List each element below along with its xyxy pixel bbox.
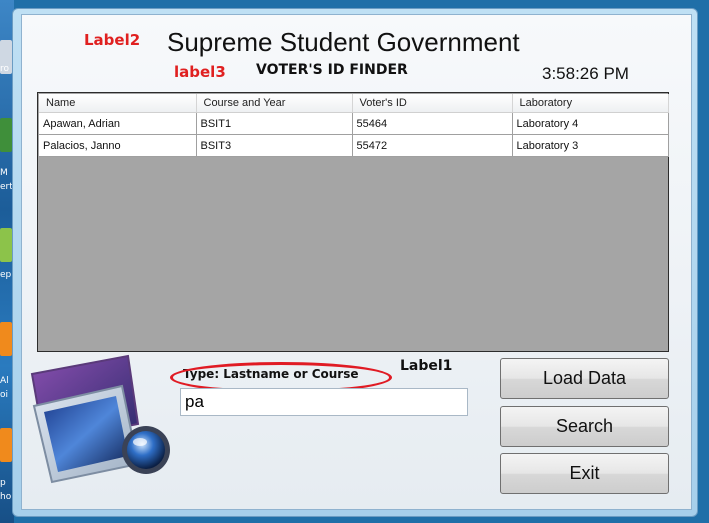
table-cell[interactable]: BSIT3 (196, 134, 353, 157)
label1: Label1 (400, 358, 453, 374)
desktop-app-icon[interactable] (0, 228, 12, 262)
table-cell[interactable]: Apawan, Adrian (39, 112, 197, 135)
table-cell[interactable]: BSIT1 (196, 112, 353, 135)
desktop-icon-label: Al (0, 376, 9, 386)
column-header-course[interactable]: Course and Year (196, 94, 353, 113)
results-table: Name Course and Year Voter's ID Laborato… (39, 94, 669, 157)
label3: label3 (174, 63, 226, 81)
column-header-name[interactable]: Name (39, 94, 197, 113)
desktop-app-icon[interactable] (0, 322, 12, 356)
table-cell[interactable]: Laboratory 4 (512, 112, 669, 135)
table-header-row: Name Course and Year Voter's ID Laborato… (39, 94, 669, 113)
table-row[interactable]: Apawan, Adrian BSIT1 55464 Laboratory 4 (39, 112, 669, 135)
column-header-voter-id[interactable]: Voter's ID (352, 94, 513, 113)
table-cell[interactable]: Laboratory 3 (512, 134, 669, 157)
desktop-app-icon[interactable] (0, 428, 12, 462)
desktop-icon-label: p (0, 478, 6, 488)
table-row[interactable]: Palacios, Janno BSIT3 55472 Laboratory 3 (39, 134, 669, 157)
search-input[interactable] (180, 388, 468, 416)
load-data-button[interactable]: Load Data (500, 358, 669, 399)
desktop-icon-label: ert (0, 182, 13, 192)
desktop-icon-label: M (0, 168, 8, 178)
desktop-icon-label: ro (0, 64, 10, 74)
column-header-laboratory[interactable]: Laboratory (512, 94, 669, 113)
data-grid[interactable]: Name Course and Year Voter's ID Laborato… (37, 92, 669, 352)
label2: Label2 (84, 31, 141, 49)
exit-button[interactable]: Exit (500, 453, 669, 494)
clock-display: 3:58:26 PM (542, 64, 629, 83)
desktop-icon-label: ho (0, 492, 12, 502)
desktop-icon-label: ep (0, 270, 12, 280)
search-button[interactable]: Search (500, 406, 669, 447)
desktop-app-icon[interactable] (0, 118, 12, 152)
table-cell[interactable]: 55464 (352, 112, 513, 135)
table-cell[interactable]: Palacios, Janno (39, 134, 197, 157)
table-cell[interactable]: 55472 (352, 134, 513, 157)
media-viewer-logo (30, 354, 170, 484)
page-title: Supreme Student Government (167, 27, 520, 57)
desktop-icon-label: oi (0, 390, 9, 400)
subtitle: VOTER'S ID FINDER (256, 62, 408, 78)
